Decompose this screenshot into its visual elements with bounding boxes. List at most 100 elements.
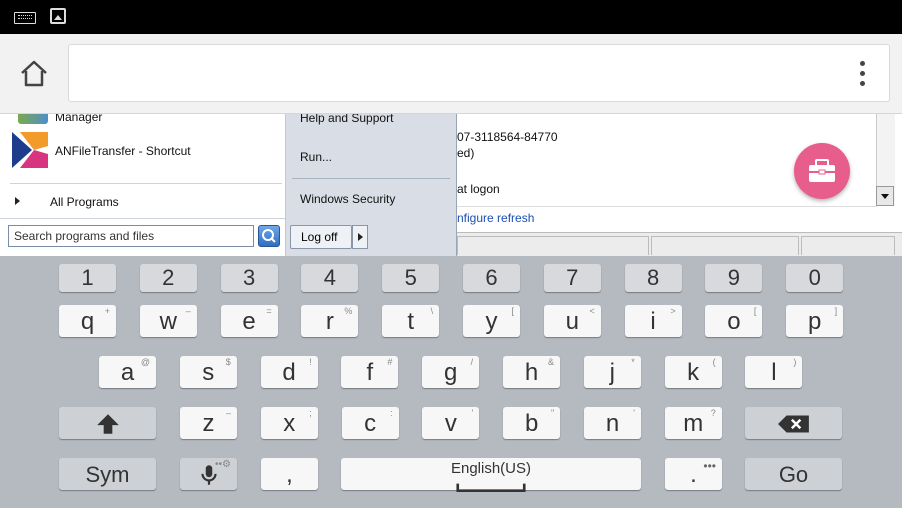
letter-key[interactable]: s $	[179, 356, 237, 388]
letter-key[interactable]: n '	[584, 407, 641, 439]
number-key[interactable]: 7	[543, 264, 601, 292]
letter-key[interactable]: j *	[583, 356, 641, 388]
start-item-windows-security[interactable]: Windows Security	[300, 192, 395, 206]
letter-key[interactable]: e =	[220, 305, 278, 337]
key-letter: y	[485, 308, 498, 335]
key-letter: d	[282, 359, 296, 386]
key-secondary-symbol: *	[631, 357, 635, 367]
letter-key[interactable]: o[	[705, 305, 763, 337]
start-item-help-support[interactable]: Help and Support	[300, 114, 393, 125]
number-key[interactable]: 9	[705, 264, 763, 292]
number-key[interactable]: 8	[624, 264, 682, 292]
letter-key[interactable]: r%	[301, 305, 359, 337]
key-secondary-symbol: @	[140, 357, 150, 367]
key-letter: o	[727, 308, 741, 335]
divider	[10, 183, 282, 184]
start-item-anfiletransfer[interactable]: ANFileTransfer - Shortcut	[55, 144, 191, 158]
home-icon[interactable]	[18, 58, 50, 90]
letter-key[interactable]: b "	[503, 407, 561, 439]
key-letter: n	[605, 410, 620, 437]
more-options-icon[interactable]	[852, 58, 872, 90]
voice-input-key[interactable]: ••⚙	[180, 458, 237, 490]
key-secondary-symbol: $	[225, 357, 231, 367]
go-key[interactable]: Go	[745, 458, 842, 490]
number-key[interactable]: 5	[382, 264, 440, 292]
letter-key[interactable]: y[	[463, 305, 520, 337]
letter-key[interactable]: k(	[664, 356, 722, 388]
settings-gear-icon: ••⚙	[215, 459, 231, 470]
key-letter: x	[283, 410, 296, 437]
start-item-manager[interactable]: Manager	[55, 114, 102, 124]
start-menu-system: Help and Support Run... Windows Security…	[286, 114, 457, 256]
key-letter: p	[808, 308, 822, 335]
letter-key[interactable]: f #	[341, 356, 399, 388]
backspace-icon	[777, 415, 809, 433]
space-bar-icon	[456, 483, 526, 492]
soft-keyboard: 1234567890 q + w – e = r% t \ y[u < i > o[p] a @ s $ d! f #…	[0, 256, 902, 508]
key-secondary-symbol: –	[225, 408, 231, 418]
configure-refresh-link[interactable]: nfigure refresh	[457, 211, 534, 225]
number-key[interactable]: 4	[301, 264, 359, 292]
search-icon[interactable]	[258, 225, 280, 247]
key-secondary-symbol: \	[430, 306, 434, 316]
key-secondary-symbol: )	[793, 357, 797, 367]
key-secondary-symbol: !	[309, 357, 312, 367]
key-secondary-symbol: /	[470, 357, 474, 367]
remote-desktop[interactable]: Manager ANFileTransfer - Shortcut All Pr…	[0, 114, 902, 256]
image-icon	[50, 8, 66, 24]
all-programs-item[interactable]: All Programs	[50, 195, 119, 209]
sym-key[interactable]: Sym	[59, 458, 156, 490]
status-text: ed)	[457, 146, 475, 160]
letter-key[interactable]: z –	[180, 407, 237, 439]
scroll-down-button[interactable]	[876, 186, 894, 206]
key-secondary-symbol: [	[753, 306, 757, 316]
letter-key[interactable]: u <	[543, 305, 601, 337]
letter-key[interactable]: t \	[382, 305, 440, 337]
key-letter: s	[202, 359, 215, 386]
key-letter: r	[325, 308, 334, 335]
start-search-input[interactable]: Search programs and files	[8, 225, 254, 247]
letter-key[interactable]: v '	[422, 407, 480, 439]
anfiletransfer-icon	[12, 132, 48, 168]
letter-key[interactable]: l)	[745, 356, 803, 388]
number-key[interactable]: 3	[220, 264, 278, 292]
number-key[interactable]: 2	[139, 264, 197, 292]
key-secondary-symbol: '	[471, 408, 474, 418]
letter-key[interactable]: w –	[139, 305, 197, 337]
letter-key[interactable]: g /	[422, 356, 480, 388]
letter-key[interactable]: h &	[503, 356, 560, 388]
shift-key[interactable]	[59, 407, 156, 439]
key-secondary-symbol: <	[589, 306, 595, 316]
logoff-options-button[interactable]	[352, 225, 368, 249]
key-letter: u	[565, 308, 579, 335]
status-strip	[457, 232, 902, 256]
key-secondary-symbol: >	[670, 306, 676, 316]
toolbox-fab-button[interactable]	[794, 143, 850, 199]
letter-key[interactable]: a @	[99, 356, 156, 388]
status-cell	[457, 236, 649, 255]
number-key[interactable]: 0	[786, 264, 844, 292]
letter-key[interactable]: i >	[624, 305, 682, 337]
letter-key[interactable]: q +	[59, 305, 116, 337]
key-letter: m	[683, 410, 704, 437]
letter-key[interactable]: x;	[260, 407, 318, 439]
letter-key[interactable]: c:	[341, 407, 399, 439]
comma-key[interactable]: ,	[261, 458, 318, 490]
period-key[interactable]: . •••	[665, 458, 722, 490]
start-item-run[interactable]: Run...	[300, 150, 332, 164]
letter-key[interactable]: d!	[260, 356, 318, 388]
status-cell	[651, 236, 799, 255]
shift-arrow-icon	[96, 414, 119, 434]
backspace-key[interactable]	[745, 407, 842, 439]
space-key[interactable]: English(US)	[341, 458, 641, 492]
letter-key[interactable]: p]	[786, 305, 844, 337]
letter-key[interactable]: m?	[664, 407, 722, 439]
status-cell	[801, 236, 895, 255]
number-key[interactable]: 1	[59, 264, 116, 292]
key-letter: k	[687, 359, 700, 386]
logoff-button[interactable]: Log off	[290, 225, 352, 249]
number-key[interactable]: 6	[463, 264, 520, 292]
address-input[interactable]	[68, 44, 890, 102]
divider	[292, 178, 450, 179]
key-secondary-symbol: "	[550, 408, 555, 418]
